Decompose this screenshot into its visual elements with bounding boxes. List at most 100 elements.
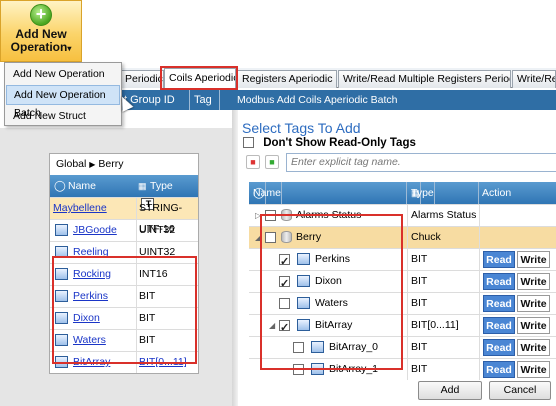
table-row[interactable]: Perkins BIT — [50, 285, 198, 307]
tag-link[interactable]: Maybellene — [53, 202, 107, 214]
table-row[interactable]: T Maybellene STRING-UTF-16 — [50, 197, 198, 235]
database-icon — [281, 231, 292, 244]
bit-icon — [55, 290, 68, 303]
tree-row[interactable]: Dixon BITReadWrite — [249, 270, 556, 295]
tag-link[interactable]: Reeling — [73, 246, 109, 258]
read-button[interactable]: Read — [483, 295, 515, 312]
accept-icon[interactable]: ■ — [265, 155, 279, 169]
tree-row[interactable]: ◢ BitArray BIT[0...11]ReadWrite — [249, 314, 556, 339]
tab-registers-aperiodic[interactable]: Registers Aperiodic — [237, 70, 337, 88]
menu-item-add-new-operation[interactable]: Add New Operation — [6, 64, 120, 84]
left-header-type[interactable]: Type — [150, 175, 173, 197]
write-button[interactable]: Write — [517, 361, 550, 378]
remove-icon[interactable]: ■ — [246, 155, 260, 169]
dont-show-readonly[interactable]: Don't Show Read-Only Tags — [243, 137, 416, 149]
tab-coils-aperiodic[interactable]: Coils Aperiodic — [164, 68, 236, 89]
breadcrumb-leaf[interactable]: Berry — [98, 158, 123, 170]
row-checkbox[interactable] — [293, 341, 304, 353]
register-icon — [55, 268, 68, 281]
dont-show-checkbox[interactable] — [243, 137, 254, 149]
expander-icon[interactable]: ◢ — [255, 227, 265, 248]
tree-type: BIT — [407, 359, 479, 380]
tag-link[interactable]: Dixon — [73, 312, 100, 324]
bit-icon — [311, 363, 324, 376]
row-checkbox[interactable] — [279, 318, 290, 339]
add-button[interactable]: Add — [418, 381, 482, 400]
tree-row[interactable]: ▷ Alarms Status Alarms Status — [249, 204, 556, 226]
tag-type: UINT32 — [136, 242, 198, 263]
right-tag-grid: ◯ Name ▦ Type Action ▷ Alarms Status Alarm… — [249, 182, 556, 380]
tree-type: BIT — [407, 337, 479, 358]
tab-write-read-multiple[interactable]: Write/Read Multiple Registers Periodic — [338, 70, 511, 88]
row-checkbox[interactable] — [293, 363, 304, 375]
action-cell: Read Write — [479, 337, 556, 358]
write-button[interactable]: Write — [517, 251, 550, 268]
tree-label: BitArray_0 — [329, 341, 379, 353]
write-button[interactable]: Write — [517, 339, 550, 356]
row-checkbox[interactable] — [279, 274, 290, 295]
write-button[interactable]: Write — [517, 295, 550, 312]
read-button[interactable]: Read — [483, 339, 515, 356]
tree-row[interactable]: Perkins BITReadWrite — [249, 248, 556, 273]
tab-write-read[interactable]: Write/Re — [512, 70, 556, 88]
tag-type: INT16 — [136, 264, 198, 285]
read-button[interactable]: Read — [483, 317, 515, 334]
bit-icon — [297, 275, 310, 288]
col-tag[interactable]: Tag — [190, 90, 220, 110]
add-operation-menu: Add New Operation Add New Operation Batc… — [4, 62, 122, 126]
tree-label: Berry — [296, 231, 322, 243]
write-button[interactable]: Write — [517, 273, 550, 290]
tree-label: Dixon — [315, 275, 342, 287]
action-cell — [479, 205, 556, 226]
bit-icon — [55, 334, 68, 347]
read-button[interactable]: Read — [483, 251, 515, 268]
tag-link[interactable]: Perkins — [73, 290, 108, 302]
tag-link[interactable]: JBGoode — [73, 224, 117, 236]
table-row[interactable]: Rocking INT16 — [50, 263, 198, 285]
row-checkbox[interactable] — [265, 209, 276, 221]
table-row[interactable]: Dixon BIT — [50, 307, 198, 329]
splitter[interactable] — [232, 110, 238, 406]
table-row[interactable]: Waters BIT — [50, 329, 198, 351]
read-button[interactable]: Read — [483, 273, 515, 290]
tab-periodic[interactable]: Periodic — [120, 70, 164, 88]
tag-link[interactable]: Waters — [73, 334, 106, 346]
tree-row[interactable]: BitArray_1 BIT Read Write — [249, 358, 556, 380]
tree-row[interactable]: Waters BIT Read Write — [249, 292, 556, 314]
tree-type: BIT — [407, 249, 479, 270]
read-button[interactable]: Read — [483, 361, 515, 378]
write-button[interactable]: Write — [517, 317, 550, 334]
tree-row[interactable]: BitArray_0 BIT Read Write — [249, 336, 556, 358]
right-header-type[interactable]: ▦ Type — [407, 182, 479, 204]
tree-type: BIT — [407, 293, 479, 314]
row-checkbox[interactable] — [265, 231, 276, 243]
tree-row[interactable]: ◢ Berry Chuck — [249, 226, 556, 248]
tag-name-input[interactable]: Enter explicit tag name. — [286, 153, 556, 172]
dropdown-arrow-icon: ▾ — [67, 44, 72, 53]
expander-icon[interactable]: ◢ — [269, 315, 279, 336]
tree-name-cell: ◢ BitArray — [269, 315, 352, 339]
table-row[interactable]: BitArray BIT[0...11] — [50, 351, 198, 373]
type-link[interactable]: BIT[0...11] — [139, 356, 187, 368]
register-icon — [55, 224, 68, 237]
tree-label: Perkins — [315, 253, 351, 265]
cancel-button[interactable]: Cancel — [489, 381, 551, 400]
table-row[interactable]: JBGoode UINT32 — [50, 219, 198, 241]
left-header-name[interactable]: Name — [68, 175, 96, 197]
row-checkbox[interactable] — [279, 297, 290, 309]
add-new-operation-button[interactable]: + Add New Operation▾ — [0, 0, 82, 62]
select-tags-title: Select Tags To Add — [242, 120, 361, 136]
right-header-name[interactable]: ◯ Name — [249, 182, 407, 204]
bit-icon — [297, 319, 310, 332]
expander-icon[interactable]: ▷ — [255, 205, 265, 226]
tag-type: BIT — [136, 308, 198, 329]
tag-link[interactable]: Rocking — [73, 268, 111, 280]
menu-item-add-new-struct[interactable]: Add New Struct — [6, 106, 120, 126]
row-checkbox[interactable] — [279, 252, 290, 273]
tag-link[interactable]: BitArray — [73, 356, 110, 368]
tree-type: BIT — [407, 271, 479, 292]
action-cell: Read Write — [479, 249, 556, 270]
table-row[interactable]: Reeling UINT32 — [50, 241, 198, 263]
breadcrumb-root[interactable]: Global — [56, 158, 86, 170]
menu-item-add-new-operation-batch[interactable]: Add New Operation Batch — [6, 85, 120, 119]
